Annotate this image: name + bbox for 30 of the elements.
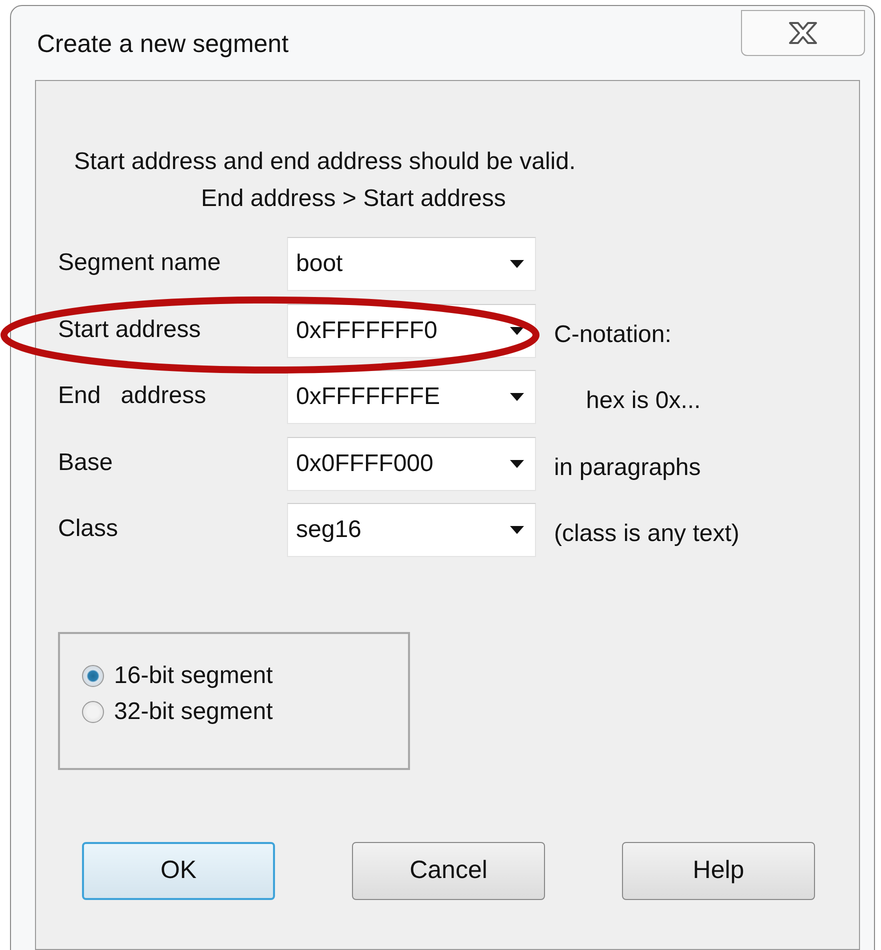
dropdown-arrow-icon xyxy=(509,458,525,468)
hint-text: C-notation: xyxy=(554,320,672,348)
dropdown-arrow-icon xyxy=(509,259,525,269)
field-label: Start address xyxy=(58,316,202,344)
close-icon xyxy=(786,20,820,46)
dropdown-arrow-icon xyxy=(509,392,525,402)
radio-label: 32-bit segment xyxy=(114,698,273,726)
window-title: Create a new segment xyxy=(37,30,289,59)
combo-box[interactable]: 0xFFFFFFFE xyxy=(287,370,536,424)
message-text: End address > Start address xyxy=(201,184,507,214)
dropdown-arrow-icon xyxy=(509,525,525,535)
dropdown-arrow-icon xyxy=(509,326,525,336)
hint-text: (class is any text) xyxy=(554,520,740,548)
radio-button[interactable] xyxy=(82,700,104,722)
dialog-button[interactable]: Help xyxy=(622,842,815,900)
radio-button[interactable] xyxy=(82,664,104,686)
field-label: Class xyxy=(58,515,120,543)
field-label: Base xyxy=(58,448,114,476)
dialog-button[interactable]: Cancel xyxy=(352,842,545,900)
combo-box[interactable]: seg16 xyxy=(287,503,536,557)
radio-label: 16-bit segment xyxy=(114,662,273,690)
hint-text: hex is 0x... xyxy=(586,387,702,415)
field-label: Segment name xyxy=(58,249,222,277)
message-text: Start address and end address should be valid. xyxy=(74,147,577,177)
dialog-button[interactable]: OK xyxy=(82,842,275,900)
hint-text: in paragraphs xyxy=(554,454,702,482)
close-button[interactable] xyxy=(741,10,865,56)
combo-box[interactable]: 0x0FFFF000 xyxy=(287,436,536,490)
combo-box[interactable]: boot xyxy=(287,237,536,291)
field-label: End address xyxy=(58,382,208,410)
